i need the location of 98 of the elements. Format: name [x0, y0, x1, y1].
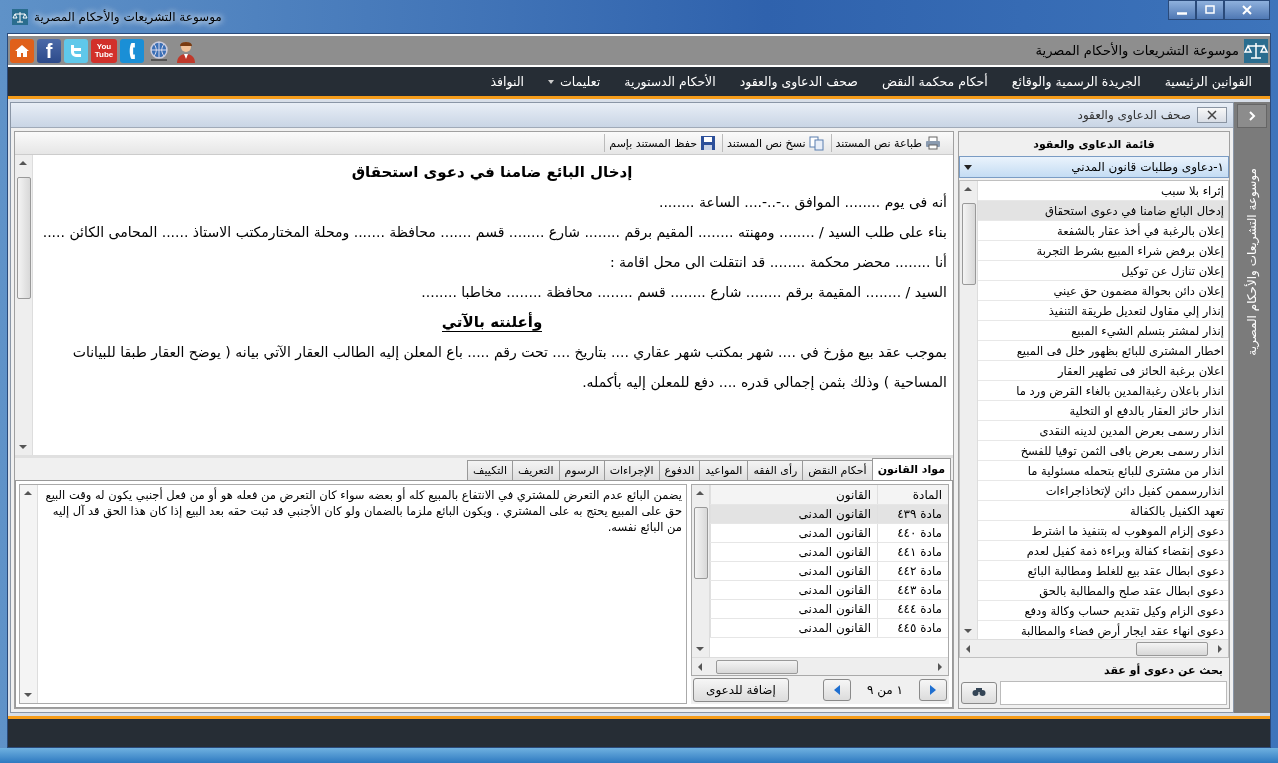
tab[interactable]: الرسوم: [558, 460, 605, 480]
maximize-button[interactable]: [1196, 0, 1224, 20]
list-item[interactable]: دعوى الزام وكيل تقديم حساب وكالة ودفع: [978, 601, 1228, 621]
menu-item[interactable]: النوافذ: [478, 74, 536, 89]
scrollbar[interactable]: [692, 657, 948, 675]
document-paragraph: السيد / ........ المقيمة برقم ........ شارع ........ قسم ........ محافظة ........ مخاطبا ........: [420, 283, 947, 303]
column-header: المادة: [877, 485, 948, 504]
table-row[interactable]: مادة ٤٤٠ القانون المدنى: [710, 524, 948, 543]
menu-item[interactable]: الجريدة الرسمية والوقائع: [999, 74, 1153, 89]
arrow-left-icon: [832, 684, 842, 696]
table-row[interactable]: مادة ٤٤٢ القانون المدنى: [710, 562, 948, 581]
search-field[interactable]: [1000, 681, 1227, 705]
list-item[interactable]: إنذار لمشتر بتسلم الشيء المبيع: [978, 321, 1228, 341]
table-row[interactable]: مادة ٤٤٤ القانون المدنى: [710, 600, 948, 619]
list-item[interactable]: اخطار المشترى للبائع بظهور خلل فى المبيع: [978, 341, 1228, 361]
tab[interactable]: التعريف: [511, 460, 560, 480]
maximize-icon: [1204, 5, 1216, 15]
arrow-right-icon: [928, 684, 938, 696]
close-button[interactable]: [1224, 0, 1270, 20]
list-item[interactable]: انذار من مشترى للبائع بتحمله مسئولية ما: [978, 461, 1228, 481]
minimize-icon: [1177, 11, 1187, 15]
copy-icon: [808, 135, 825, 151]
menu-item[interactable]: تعليمات: [535, 74, 613, 89]
document-subheading: وأعلنته بالآتي: [441, 313, 543, 332]
add-to-case-button[interactable]: إضافة للدعوى: [693, 678, 789, 702]
document-paragraph: أنه فى يوم ........ الموافق ..-..-.... الساعة ........: [657, 192, 947, 213]
menu-item[interactable]: الأحكام الدستورية: [612, 74, 728, 89]
print-button[interactable]: طباعة نص المستند: [830, 134, 945, 152]
scrollbar[interactable]: [960, 639, 1228, 657]
minimize-button[interactable]: [1168, 0, 1196, 20]
twitter-button[interactable]: [64, 38, 88, 63]
page-indicator: ١ من ٩: [865, 683, 905, 697]
article-text: يضمن البائع عدم التعرض للمشتري في الانتفاع بالمبيع كله أو بعضه سواء كان التعرض من فعله هو أو من فعل أجنبي يكون له وقت البيع حق على المبيع يحتج به على المشتري . ويكون البائع ملزما بالضمان ولو كان الأجنبي قد ثبت حقه بعد البيع إذا كان هذا الحق قد آل إليه من البائع نفسه.: [44, 486, 683, 536]
side-strip-title: موسوعة التشريعات والأحكام المصرية: [1245, 168, 1259, 356]
table-row[interactable]: مادة ٤٣٩ القانون المدنى: [710, 505, 948, 524]
previous-button[interactable]: [823, 679, 851, 701]
table-row[interactable]: مادة ٤٤٣ القانون المدنى: [710, 581, 948, 600]
home-button[interactable]: [10, 38, 34, 63]
scrollbar[interactable]: [20, 485, 38, 703]
app-title: موسوعة التشريعات والأحكام المصرية: [1035, 43, 1239, 58]
chevron-icon: [1248, 111, 1256, 121]
menu-item[interactable]: صحف الدعاوى والعقود: [727, 74, 870, 89]
list-item[interactable]: انذار حائز العقار بالدفع او التخلية: [978, 401, 1228, 421]
menu-item[interactable]: أحكام محكمة النقض: [869, 74, 1000, 89]
copy-button[interactable]: نسخ نص المستند: [722, 134, 829, 152]
tab[interactable]: مواد القانون: [871, 458, 951, 480]
category-dropdown[interactable]: ١-دعاوى وطلبات قانون المدني: [959, 156, 1229, 178]
table-row[interactable]: مادة ٤٤٥ القانون المدنى: [710, 619, 948, 638]
panel-title: قائمة الدعاوى والعقود: [1032, 137, 1156, 153]
tab[interactable]: التكييف: [467, 460, 513, 480]
phone-icon: [129, 42, 135, 59]
next-button[interactable]: [919, 679, 947, 701]
tab[interactable]: الإجراءات: [603, 460, 660, 480]
list-item[interactable]: إعلان دائن بحوالة مضمون حق عيني: [978, 281, 1228, 301]
search-label: بحث عن دعوى أو عقد: [1103, 662, 1224, 679]
scales-icon: [12, 8, 28, 25]
table-row[interactable]: مادة ٤٤١ القانون المدنى: [710, 543, 948, 562]
list-item[interactable]: دعوى ابطال عقد بيع للغلط ومطالبة البائع: [978, 561, 1228, 581]
tab[interactable]: رأى الفقه: [747, 460, 804, 480]
list-item[interactable]: إعلان تنازل عن توكيل: [978, 261, 1228, 281]
document-paragraph: بناء على طلب السيد / ........ ومهنته ........ المقيم برقم ........ شارع ........ قسم ....... محافظة ....... ومحلة المختارمكتب الاستاذ ...... المحامى الكائن .....: [41, 223, 947, 243]
list-item[interactable]: دعوى إلزام الموهوب له بتنفيذ ما اشترط: [978, 521, 1228, 541]
list-item[interactable]: دعوى إنقضاء كفالة وبراءة ذمة كفيل لعدم: [978, 541, 1228, 561]
document-paragraph: أنا ........ محضر محكمة ........ قد انتقلت الى محل اقامة :: [608, 252, 947, 272]
globe-button[interactable]: [147, 38, 171, 63]
list-item[interactable]: اعلان برغبة الحائز فى تطهير العقار: [978, 361, 1228, 381]
close-icon: [1206, 110, 1218, 120]
save-button[interactable]: حفظ المستند بإسم: [604, 134, 721, 152]
tab[interactable]: أحكام النقض: [802, 460, 873, 480]
list-item[interactable]: إعلان برفض شراء المبيع بشرط التجربة: [978, 241, 1228, 261]
phone-button[interactable]: [120, 38, 144, 63]
scrollbar[interactable]: [960, 181, 978, 639]
list-item[interactable]: إعلان بالرغبة في أخذ عقار بالشفعة: [978, 221, 1228, 241]
list-item[interactable]: دعوى ابطال عقد صلح والمطالبة بالحق: [978, 581, 1228, 601]
tab[interactable]: الدفوع: [658, 460, 701, 480]
facebook-button[interactable]: f: [37, 38, 61, 63]
globe-icon: [147, 38, 171, 63]
menu-item[interactable]: القوانين الرئيسية: [1152, 74, 1264, 89]
youtube-button[interactable]: You Tube: [91, 38, 117, 63]
tab[interactable]: المواعيد: [699, 460, 749, 480]
list-item[interactable]: انذار رسمى بعرض المدين لدينه النقدى: [978, 421, 1228, 441]
list-item[interactable]: تعهد الكفيل بالكفالة: [978, 501, 1228, 521]
window-title: موسوعة التشريعات والأحكام المصرية: [34, 9, 222, 24]
list-item[interactable]: انذار رسمى بعرض باقى الثمن توقيا للفسخ: [978, 441, 1228, 461]
printer-icon: [925, 135, 941, 151]
document-paragraph: بموجب عقد بيع مؤرخ في .... شهر بمكتب شهر عقاري .... بتاريخ .... تحت رقم ..... باع المعلن إليه الطالب العقار الآتي بيانه ( يوضح العقار طبقا للبيانات المساحية ) وذلك بثمن إجمالي قدره .... دفع للمعلن إليه بأكمله.: [71, 343, 947, 393]
document-heading: إدخال البائع ضامنا في دعوى استحقاق: [350, 162, 634, 183]
expand-button[interactable]: [1237, 104, 1267, 128]
scrollbar[interactable]: [15, 155, 33, 455]
list-item[interactable]: إنذار إلي مقاول لتعديل طريقة التنفيذ: [978, 301, 1228, 321]
search-button[interactable]: [961, 682, 997, 704]
scrollbar[interactable]: [692, 485, 710, 657]
list-item[interactable]: انذاررسممن كفيل دائن لإتخاذاجراءات: [978, 481, 1228, 501]
list-item[interactable]: إدخال البائع ضامنا في دعوى استحقاق: [978, 201, 1228, 221]
tab-title: صحف الدعاوى والعقود: [1077, 108, 1191, 122]
close-tab-button[interactable]: [1197, 107, 1227, 123]
list-item[interactable]: انذار باعلان رغبةالمدين بالغاء القرض ورد ما: [978, 381, 1228, 401]
close-icon: [1241, 5, 1253, 15]
